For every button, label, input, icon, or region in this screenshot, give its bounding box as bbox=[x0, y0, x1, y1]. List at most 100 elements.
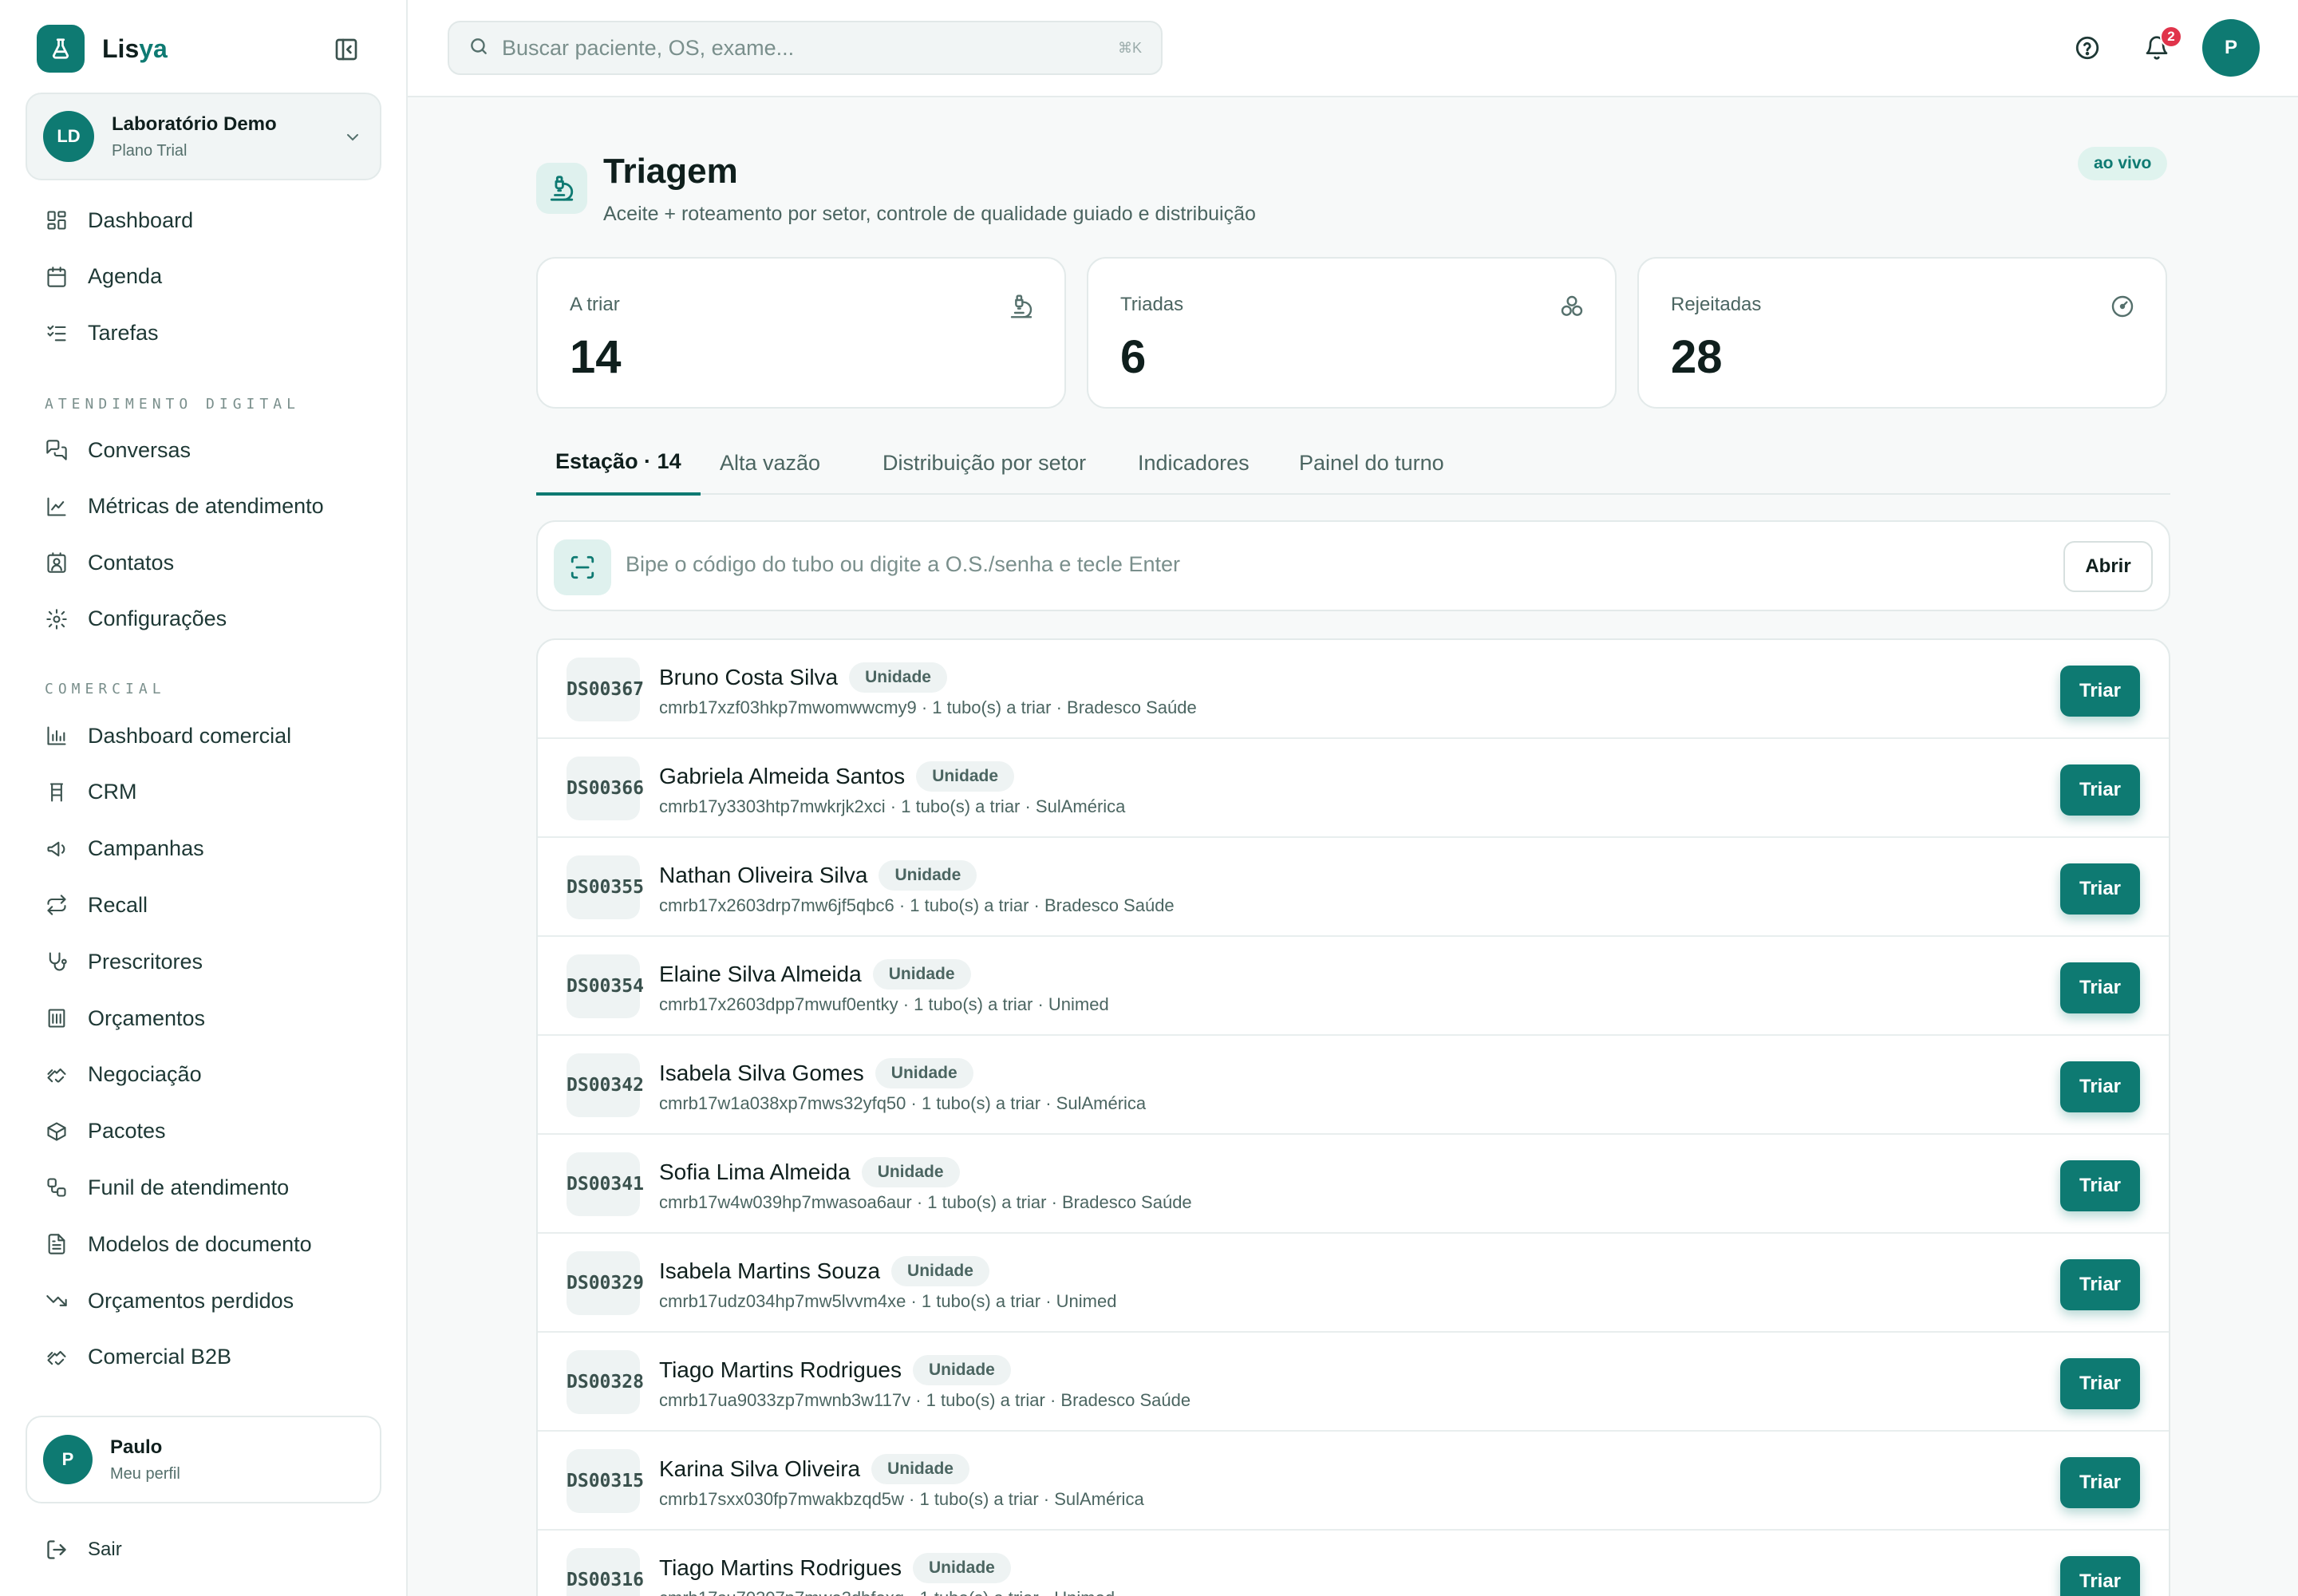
help-icon[interactable] bbox=[2071, 32, 2103, 64]
stat-label: Rejeitadas bbox=[1671, 294, 1762, 315]
section-label-atendimento: ATENDIMENTO DIGITAL bbox=[45, 396, 300, 413]
queue-row: DS00316 Tiago Martins Rodrigues Unidade cmr… bbox=[538, 1531, 2169, 1596]
queue-row: DS00315 Karina Silva Oliveira Unidade cmrb1… bbox=[538, 1432, 2169, 1531]
queue-row: DS00329 Isabela Martins Souza Unidade cmrb1… bbox=[538, 1234, 2169, 1333]
sidebar-item-label: Campanhas bbox=[88, 836, 204, 861]
tab-estacao[interactable]: Estação · 14 bbox=[536, 431, 701, 496]
search-input[interactable]: Buscar paciente, OS, exame... ⌘K bbox=[448, 21, 1163, 75]
queue-list: DS00367 Bruno Costa Silva Unidade cmrb17xzf… bbox=[536, 638, 2170, 1596]
order-code: DS00355 bbox=[567, 855, 644, 919]
sidebar-item-label: Recall bbox=[88, 892, 148, 917]
order-code: DS00341 bbox=[567, 1152, 644, 1216]
section-label-comercial: COMERCIAL bbox=[45, 681, 166, 697]
bar-chart-icon bbox=[45, 724, 69, 748]
order-code: DS00366 bbox=[567, 757, 644, 820]
page-title: Triagem bbox=[603, 152, 738, 191]
profile-card[interactable]: P Paulo Meu perfil bbox=[26, 1416, 381, 1503]
sidebar-item-crm[interactable]: CRM bbox=[45, 775, 137, 810]
sidebar-item-comercial-b2b[interactable]: Comercial B2B bbox=[45, 1340, 231, 1375]
sidebar-item-campanhas[interactable]: Campanhas bbox=[45, 832, 204, 867]
triar-button[interactable]: Triar bbox=[2060, 1259, 2140, 1310]
triar-button[interactable]: Triar bbox=[2060, 863, 2140, 915]
patient-name: Gabriela Almeida Santos bbox=[659, 764, 906, 788]
scan-input[interactable]: Bipe o código do tubo ou digite a O.S./s… bbox=[536, 520, 2170, 611]
triar-button[interactable]: Triar bbox=[2060, 1457, 2140, 1508]
sidebar-item-funil-de-atendimento[interactable]: Funil de atendimento bbox=[45, 1170, 289, 1205]
microscope-icon bbox=[1009, 294, 1034, 319]
logout-icon bbox=[45, 1538, 69, 1562]
sidebar-item-negocia-o[interactable]: Negociação bbox=[45, 1057, 202, 1092]
row-meta: cmrb17x2603dpp7mwuf0entky · 1 tubo(s) a … bbox=[659, 994, 1109, 1014]
order-code: DS00354 bbox=[567, 954, 644, 1018]
user-avatar[interactable]: P bbox=[2202, 19, 2260, 77]
queue-row: DS00341 Sofia Lima Almeida Unidade cmrb17w4… bbox=[538, 1135, 2169, 1234]
patient-name: Elaine Silva Almeida bbox=[659, 962, 862, 986]
logout-button[interactable]: Sair bbox=[45, 1532, 122, 1567]
triar-button[interactable]: Triar bbox=[2060, 764, 2140, 816]
list-checks-icon bbox=[45, 321, 69, 345]
org-avatar: LD bbox=[43, 111, 94, 162]
patient-name-group: Gabriela Almeida Santos Unidade bbox=[659, 761, 1015, 792]
sidebar-item-prescritores[interactable]: Prescritores bbox=[45, 944, 203, 979]
sidebar-item-agenda[interactable]: Agenda bbox=[45, 259, 162, 294]
stat-card-a-triar: A triar 14 bbox=[536, 257, 1066, 409]
bell-icon[interactable]: 2 bbox=[2141, 26, 2182, 64]
unit-badge: Unidade bbox=[872, 959, 971, 990]
sidebar-item-or-amentos[interactable]: Orçamentos bbox=[45, 1001, 205, 1036]
sidebar-item-label: Agenda bbox=[88, 264, 163, 288]
row-meta: cmrb17w1a038xp7mws32yfq50 · 1 tubo(s) a … bbox=[659, 1093, 1147, 1113]
sidebar-item-label: Conversas bbox=[88, 437, 192, 462]
triar-button[interactable]: Triar bbox=[2060, 962, 2140, 1013]
triar-button[interactable]: Triar bbox=[2060, 1160, 2140, 1211]
handshake-icon bbox=[45, 1345, 69, 1369]
patient-name: Isabela Martins Souza bbox=[659, 1258, 881, 1283]
sidebar-item-modelos-de-documento[interactable]: Modelos de documento bbox=[45, 1227, 312, 1262]
order-code: DS00342 bbox=[567, 1053, 644, 1117]
tab-painel-turno[interactable]: Painel do turno bbox=[1280, 431, 1463, 495]
tabs: Estação · 14 Alta vazão Distribuição por… bbox=[536, 431, 2170, 496]
triar-button[interactable]: Triar bbox=[2060, 1061, 2140, 1112]
sidebar-item-tarefas[interactable]: Tarefas bbox=[45, 315, 159, 350]
profile-name: Paulo bbox=[110, 1436, 163, 1458]
row-meta: cmrb17ua9033zp7mwnb3w117v · 1 tubo(s) a … bbox=[659, 1390, 1191, 1410]
tab-distribuicao[interactable]: Distribuição por setor bbox=[863, 431, 1105, 495]
sidebar-item-or-amentos-perdidos[interactable]: Orçamentos perdidos bbox=[45, 1283, 294, 1318]
sidebar-item-recall[interactable]: Recall bbox=[45, 887, 148, 922]
sidebar-item-m-tricas-de-atendimento[interactable]: Métricas de atendimento bbox=[45, 489, 324, 524]
patient-name: Tiago Martins Rodrigues bbox=[659, 1357, 902, 1382]
patient-name-group: Tiago Martins Rodrigues Unidade bbox=[659, 1355, 1011, 1385]
sidebar-item-configura-es[interactable]: Configurações bbox=[45, 602, 227, 637]
stat-value: 6 bbox=[1120, 331, 1147, 383]
org-switcher[interactable]: LD Laboratório Demo Plano Trial bbox=[26, 93, 381, 180]
sidebar-item-pacotes[interactable]: Pacotes bbox=[45, 1114, 166, 1149]
org-plan: Plano Trial bbox=[112, 141, 188, 160]
patient-name: Karina Silva Oliveira bbox=[659, 1456, 861, 1481]
trending-down-icon bbox=[45, 1289, 69, 1313]
unit-badge: Unidade bbox=[916, 761, 1015, 792]
sidebar-item-label: CRM bbox=[88, 780, 137, 804]
messages-icon bbox=[45, 438, 69, 462]
sidebar-collapse-icon[interactable] bbox=[334, 37, 359, 62]
triar-button[interactable]: Triar bbox=[2060, 666, 2140, 717]
sidebar-item-label: Dashboard bbox=[88, 207, 194, 232]
sidebar-item-contatos[interactable]: Contatos bbox=[45, 545, 174, 580]
patient-name-group: Sofia Lima Almeida Unidade bbox=[659, 1157, 960, 1187]
tab-indicadores[interactable]: Indicadores bbox=[1119, 431, 1269, 495]
sidebar-item-dashboard[interactable]: Dashboard bbox=[45, 203, 193, 238]
sidebar-item-dashboard-comercial[interactable]: Dashboard comercial bbox=[45, 718, 291, 753]
triar-button[interactable]: Triar bbox=[2060, 1358, 2140, 1409]
receipt-icon bbox=[45, 1006, 69, 1030]
row-meta: cmrb17y3303htp7mwkrjk2xci · 1 tubo(s) a … bbox=[659, 796, 1126, 816]
queue-row: DS00366 Gabriela Almeida Santos Unidade cmr… bbox=[538, 739, 2169, 838]
flask-icon bbox=[37, 25, 85, 73]
sidebar-item-conversas[interactable]: Conversas bbox=[45, 433, 191, 468]
gauge-icon bbox=[2110, 294, 2135, 319]
queue-row: DS00367 Bruno Costa Silva Unidade cmrb17xzf… bbox=[538, 640, 2169, 739]
triar-button[interactable]: Triar bbox=[2060, 1556, 2140, 1596]
search-icon bbox=[468, 36, 489, 61]
sidebar-item-label: Orçamentos bbox=[88, 1005, 206, 1030]
tab-alta-vazao[interactable]: Alta vazão bbox=[701, 431, 839, 495]
brand[interactable]: Lisya bbox=[37, 25, 168, 73]
open-button[interactable]: Abrir bbox=[2063, 541, 2153, 592]
search-shortcut: ⌘K bbox=[1117, 39, 1142, 56]
